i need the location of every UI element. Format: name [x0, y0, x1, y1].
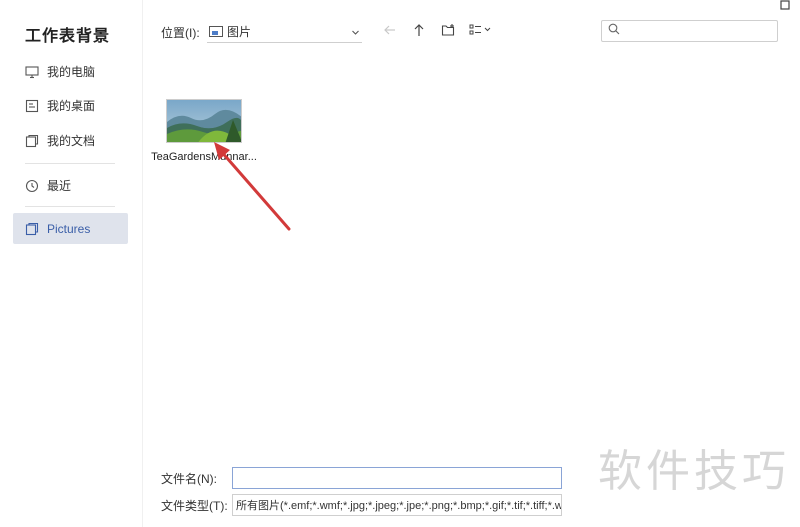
filetype-row: 文件类型(T): 所有图片(*.emf;*.wmf;*.jpg;*.jpeg;*… — [161, 494, 562, 516]
filename-row: 文件名(N): — [161, 467, 562, 489]
new-folder-button[interactable] — [434, 21, 462, 43]
file-list: TeaGardensMunnar... — [143, 56, 800, 456]
new-folder-icon — [441, 23, 456, 42]
picture-icon — [209, 26, 223, 37]
sidebar-item-my-documents[interactable]: 我的文档 — [13, 125, 128, 156]
search-box[interactable] — [601, 20, 778, 42]
location-value: 图片 — [227, 25, 252, 39]
sidebar-item-pictures[interactable]: Pictures — [13, 213, 128, 244]
list-view-icon — [469, 23, 493, 42]
folder-icon — [25, 222, 39, 236]
sidebar-item-label: 我的文档 — [47, 134, 96, 148]
arrow-up-icon — [412, 23, 426, 42]
file-item[interactable]: TeaGardensMunnar... — [149, 96, 259, 163]
arrow-left-icon — [383, 23, 397, 42]
desktop-icon — [25, 99, 39, 113]
dialog-title: 工作表背景 — [25, 28, 111, 45]
sidebar-item-my-desktop[interactable]: 我的桌面 — [13, 90, 128, 121]
filetype-label: 文件类型(T): — [161, 498, 228, 513]
chevron-down-icon — [351, 26, 360, 40]
filetype-select[interactable]: 所有图片(*.emf;*.wmf;*.jpg;*.jpeg;*.jpe;*.pn… — [232, 494, 562, 516]
maximize-button[interactable] — [770, 0, 800, 12]
filename-input[interactable] — [232, 467, 562, 489]
square-icon — [780, 0, 790, 15]
sidebar-item-label: 最近 — [47, 179, 72, 193]
sidebar-item-label: 我的电脑 — [47, 65, 96, 79]
up-folder-button[interactable] — [405, 21, 433, 43]
sidebar-item-recent[interactable]: 最近 — [13, 170, 128, 201]
watermark-text: 软件技巧 — [598, 446, 790, 497]
back-button[interactable] — [376, 21, 404, 43]
image-thumbnail — [166, 99, 242, 143]
sidebar-item-label: 我的桌面 — [47, 99, 96, 113]
search-icon — [608, 22, 620, 40]
filename-label: 文件名(N): — [161, 471, 217, 486]
sidebar-divider — [25, 163, 115, 164]
search-input[interactable] — [620, 22, 777, 40]
location-dropdown[interactable]: 图片 — [207, 21, 362, 43]
documents-icon — [25, 134, 39, 148]
file-name: TeaGardensMunnar... — [151, 151, 257, 163]
toolbar: 位置(I): 图片 — [161, 20, 780, 44]
clock-icon — [25, 179, 39, 193]
window-controls — [770, 0, 800, 12]
location-label: 位置(I): — [161, 25, 200, 40]
sidebar: 工作表背景 我的电脑 我的桌面 我的文档 最近 Pictures — [0, 0, 143, 527]
sidebar-divider — [25, 206, 115, 207]
monitor-icon — [25, 65, 39, 79]
sidebar-item-my-computer[interactable]: 我的电脑 — [13, 56, 128, 87]
sidebar-item-label: Pictures — [47, 221, 91, 236]
view-mode-button[interactable] — [463, 21, 499, 43]
